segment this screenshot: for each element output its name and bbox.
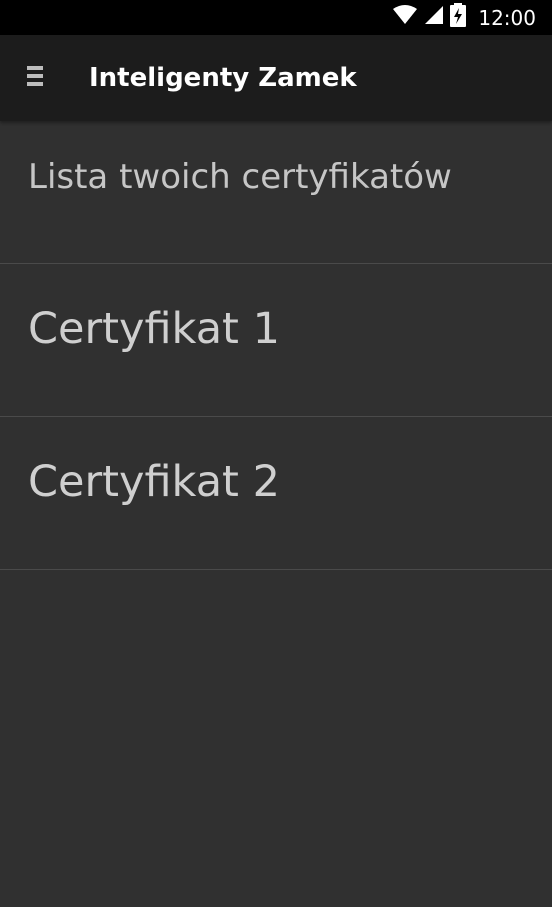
app-title: Inteligenty Zamek [89,63,357,93]
app-screen: 12:00 Inteligenty Zamek Lista twoich cer… [0,0,552,907]
hamburger-menu-icon [27,65,43,92]
status-icons: 12:00 [392,0,536,35]
status-bar: 12:00 [0,0,552,35]
certificate-item-label: Certyfikat 1 [28,304,280,354]
battery-charging-icon [450,3,467,32]
wifi-icon [392,5,418,30]
list-header: Lista twoich certyfikatów [0,121,552,264]
list-header-title: Lista twoich certyfikatów [28,157,452,197]
signal-icon [424,5,444,30]
app-bar: Inteligenty Zamek [0,35,552,121]
certificate-item-label: Certyfikat 2 [28,457,280,507]
menu-button[interactable] [14,57,56,99]
certificate-list: Lista twoich certyfikatów Certyfikat 1 C… [0,121,552,570]
certificate-item-1[interactable]: Certyfikat 1 [0,264,552,417]
certificate-item-2[interactable]: Certyfikat 2 [0,417,552,570]
status-time: 12:00 [478,5,536,30]
